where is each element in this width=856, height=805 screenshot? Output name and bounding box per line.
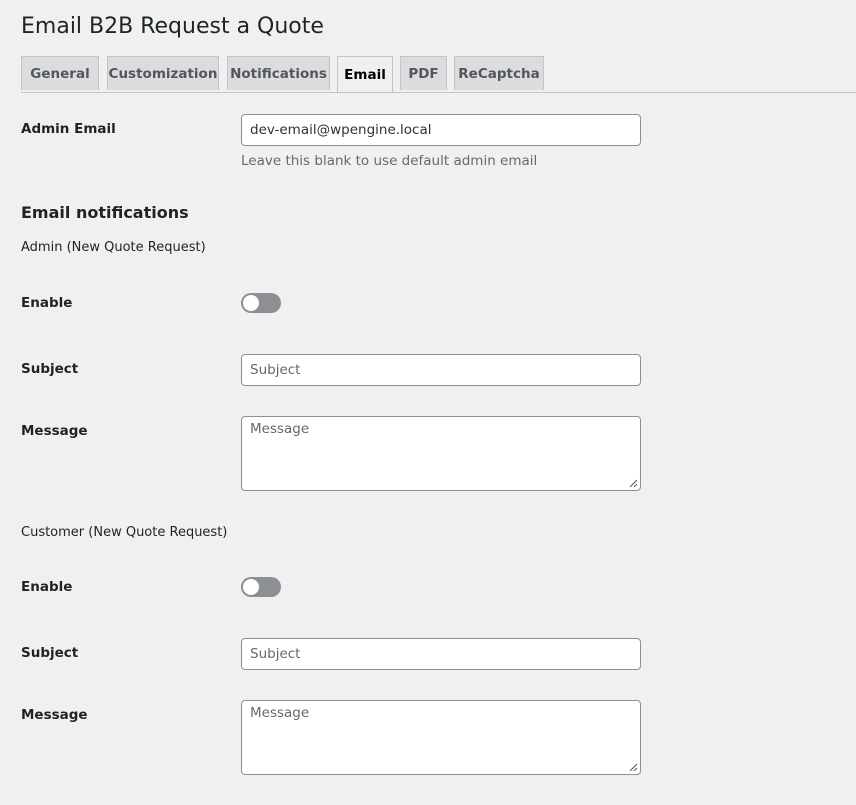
tab-general[interactable]: General <box>21 56 99 90</box>
toggle-knob <box>243 295 259 311</box>
toggle-knob <box>243 579 259 595</box>
admin-email-description: Leave this blank to use default admin em… <box>241 153 538 169</box>
customer-notification-title: Customer (New Quote Request) <box>21 525 228 540</box>
page-title: Email B2B Request a Quote <box>21 14 324 39</box>
customer-enable-label: Enable <box>21 579 73 595</box>
resize-handle-icon[interactable] <box>629 763 637 771</box>
customer-message-label: Message <box>21 707 88 723</box>
admin-email-label: Admin Email <box>21 121 116 137</box>
customer-subject-label: Subject <box>21 645 79 661</box>
customer-subject-input[interactable] <box>241 638 641 670</box>
tab-email[interactable]: Email <box>337 56 393 92</box>
admin-enable-label: Enable <box>21 295 73 311</box>
tab-pdf[interactable]: PDF <box>400 56 447 90</box>
admin-enable-toggle[interactable] <box>241 293 281 313</box>
resize-handle-icon[interactable] <box>629 479 637 487</box>
tab-notifications[interactable]: Notifications <box>227 56 330 90</box>
admin-subject-input[interactable] <box>241 354 641 386</box>
admin-subject-label: Subject <box>21 361 79 377</box>
tab-recaptcha[interactable]: ReCaptcha <box>454 56 544 90</box>
customer-message-textarea[interactable] <box>241 700 641 775</box>
customer-enable-toggle[interactable] <box>241 577 281 597</box>
tab-customization[interactable]: Customization <box>107 56 219 90</box>
admin-message-label: Message <box>21 423 88 439</box>
settings-tabs: General Customization Notifications Emai… <box>21 56 856 93</box>
admin-notification-title: Admin (New Quote Request) <box>21 240 206 255</box>
admin-email-input[interactable] <box>241 114 641 146</box>
admin-message-textarea[interactable] <box>241 416 641 491</box>
email-notifications-heading: Email notifications <box>21 203 189 222</box>
